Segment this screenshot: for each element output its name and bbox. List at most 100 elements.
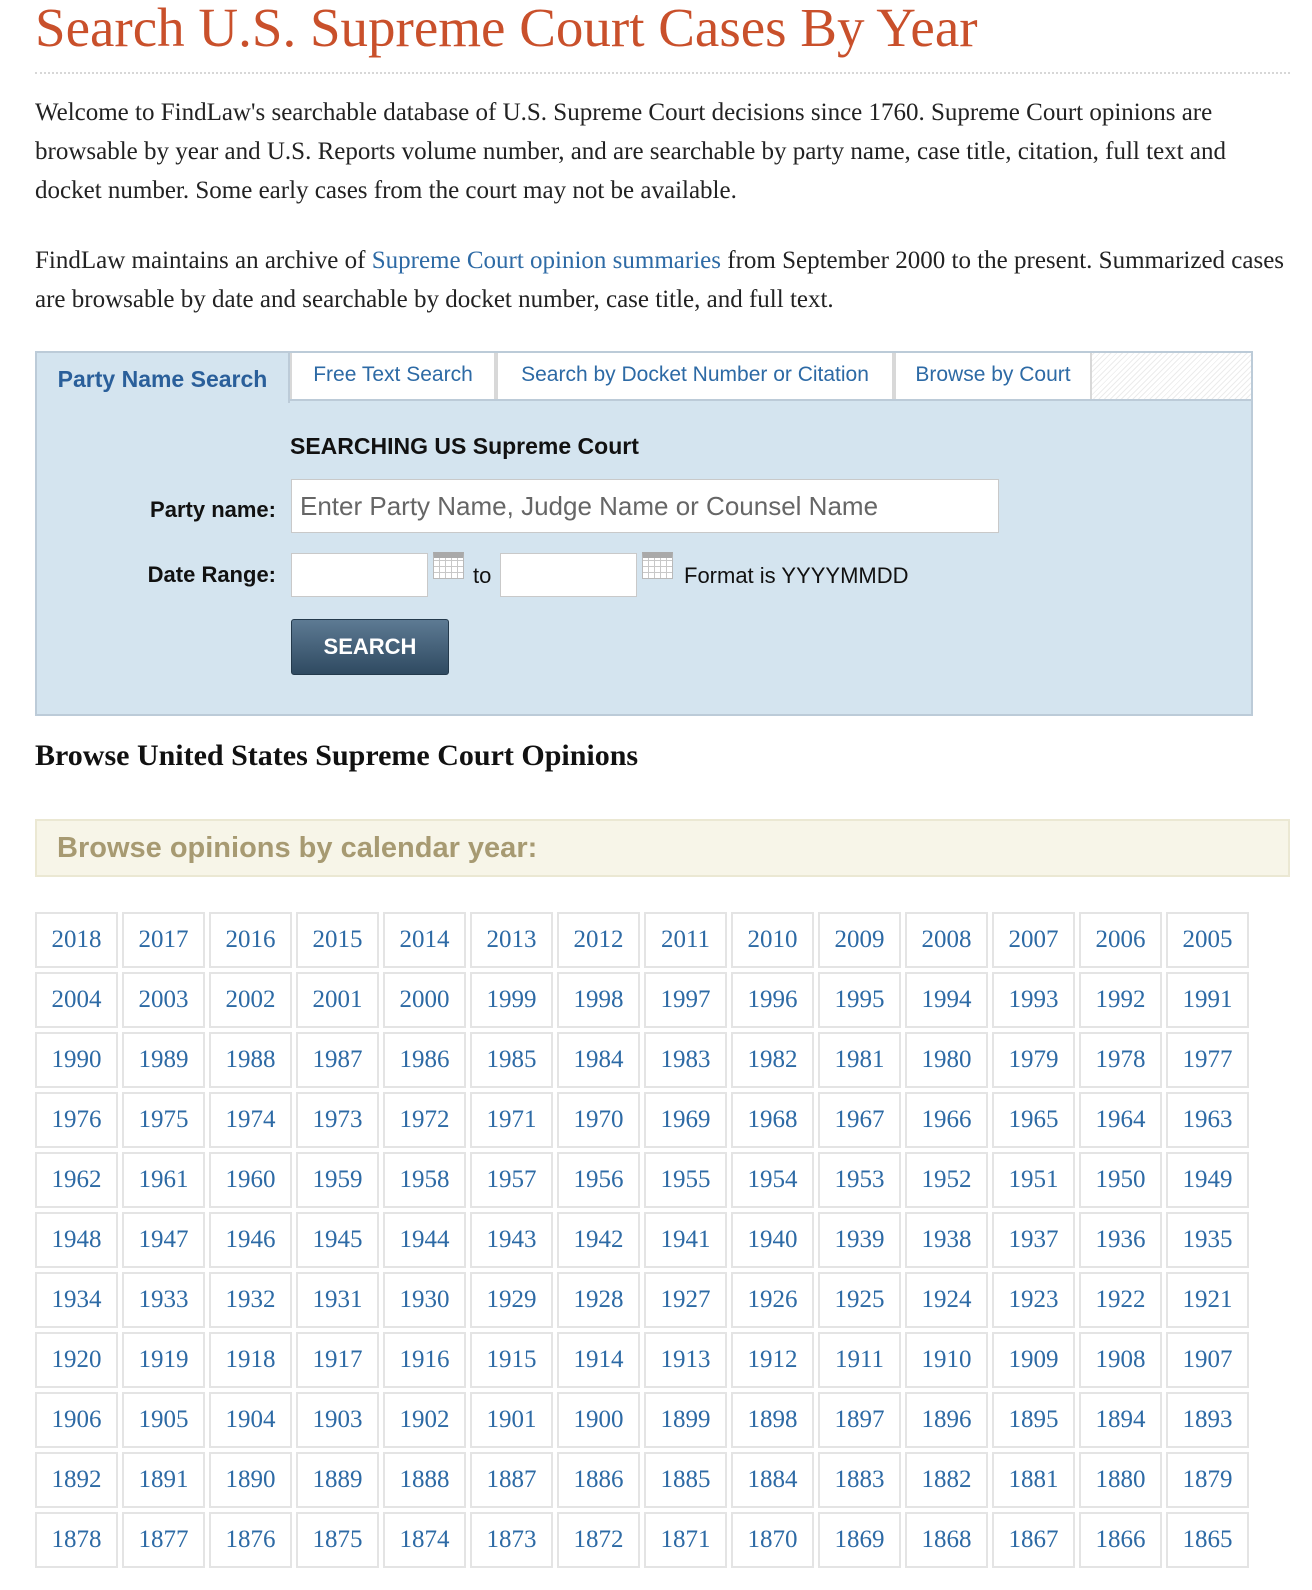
year-link[interactable]: 1874: [383, 1512, 466, 1568]
year-link[interactable]: 1943: [470, 1212, 553, 1268]
year-link[interactable]: 1975: [122, 1092, 205, 1148]
year-link[interactable]: 1935: [1166, 1212, 1249, 1268]
year-link[interactable]: 1962: [35, 1152, 118, 1208]
year-link[interactable]: 1973: [296, 1092, 379, 1148]
year-link[interactable]: 1897: [818, 1392, 901, 1448]
year-link[interactable]: 2005: [1166, 912, 1249, 968]
year-link[interactable]: 1886: [557, 1452, 640, 1508]
year-link[interactable]: 2002: [209, 972, 292, 1028]
date-to-input[interactable]: [500, 553, 637, 597]
year-link[interactable]: 1919: [122, 1332, 205, 1388]
year-link[interactable]: 2012: [557, 912, 640, 968]
year-link[interactable]: 1936: [1079, 1212, 1162, 1268]
year-link[interactable]: 1925: [818, 1272, 901, 1328]
search-button[interactable]: SEARCH: [291, 619, 449, 675]
year-link[interactable]: 1951: [992, 1152, 1075, 1208]
tab-party-name-search[interactable]: Party Name Search: [37, 353, 290, 403]
tab-docket-citation-search[interactable]: Search by Docket Number or Citation: [496, 353, 894, 399]
year-link[interactable]: 1873: [470, 1512, 553, 1568]
year-link[interactable]: 1926: [731, 1272, 814, 1328]
year-link[interactable]: 1990: [35, 1032, 118, 1088]
year-link[interactable]: 2000: [383, 972, 466, 1028]
year-link[interactable]: 1946: [209, 1212, 292, 1268]
year-link[interactable]: 1991: [1166, 972, 1249, 1028]
year-link[interactable]: 1913: [644, 1332, 727, 1388]
year-link[interactable]: 1922: [1079, 1272, 1162, 1328]
year-link[interactable]: 1879: [1166, 1452, 1249, 1508]
year-link[interactable]: 1950: [1079, 1152, 1162, 1208]
year-link[interactable]: 1959: [296, 1152, 379, 1208]
year-link[interactable]: 1963: [1166, 1092, 1249, 1148]
year-link[interactable]: 1889: [296, 1452, 379, 1508]
year-link[interactable]: 1961: [122, 1152, 205, 1208]
year-link[interactable]: 2010: [731, 912, 814, 968]
calendar-icon[interactable]: [433, 552, 464, 579]
calendar-icon[interactable]: [642, 552, 673, 579]
year-link[interactable]: 1900: [557, 1392, 640, 1448]
year-link[interactable]: 1931: [296, 1272, 379, 1328]
year-link[interactable]: 1940: [731, 1212, 814, 1268]
year-link[interactable]: 1957: [470, 1152, 553, 1208]
tab-free-text-search[interactable]: Free Text Search: [290, 353, 496, 399]
year-link[interactable]: 2009: [818, 912, 901, 968]
year-link[interactable]: 1865: [1166, 1512, 1249, 1568]
year-link[interactable]: 1983: [644, 1032, 727, 1088]
year-link[interactable]: 1968: [731, 1092, 814, 1148]
year-link[interactable]: 1893: [1166, 1392, 1249, 1448]
year-link[interactable]: 1960: [209, 1152, 292, 1208]
year-link[interactable]: 2015: [296, 912, 379, 968]
year-link[interactable]: 1904: [209, 1392, 292, 1448]
year-link[interactable]: 1910: [905, 1332, 988, 1388]
year-link[interactable]: 1871: [644, 1512, 727, 1568]
year-link[interactable]: 1969: [644, 1092, 727, 1148]
year-link[interactable]: 1982: [731, 1032, 814, 1088]
year-link[interactable]: 1930: [383, 1272, 466, 1328]
year-link[interactable]: 1924: [905, 1272, 988, 1328]
year-link[interactable]: 1870: [731, 1512, 814, 1568]
year-link[interactable]: 1906: [35, 1392, 118, 1448]
year-link[interactable]: 1878: [35, 1512, 118, 1568]
year-link[interactable]: 1980: [905, 1032, 988, 1088]
year-link[interactable]: 1896: [905, 1392, 988, 1448]
year-link[interactable]: 1939: [818, 1212, 901, 1268]
year-link[interactable]: 1929: [470, 1272, 553, 1328]
year-link[interactable]: 1918: [209, 1332, 292, 1388]
year-link[interactable]: 1883: [818, 1452, 901, 1508]
year-link[interactable]: 1955: [644, 1152, 727, 1208]
year-link[interactable]: 1984: [557, 1032, 640, 1088]
year-link[interactable]: 1882: [905, 1452, 988, 1508]
year-link[interactable]: 1876: [209, 1512, 292, 1568]
year-link[interactable]: 1923: [992, 1272, 1075, 1328]
year-link[interactable]: 1985: [470, 1032, 553, 1088]
year-link[interactable]: 1933: [122, 1272, 205, 1328]
year-link[interactable]: 1988: [209, 1032, 292, 1088]
year-link[interactable]: 1941: [644, 1212, 727, 1268]
year-link[interactable]: 1953: [818, 1152, 901, 1208]
year-link[interactable]: 1884: [731, 1452, 814, 1508]
year-link[interactable]: 1998: [557, 972, 640, 1028]
year-link[interactable]: 1997: [644, 972, 727, 1028]
year-link[interactable]: 1909: [992, 1332, 1075, 1388]
year-link[interactable]: 1937: [992, 1212, 1075, 1268]
year-link[interactable]: 2001: [296, 972, 379, 1028]
year-link[interactable]: 1898: [731, 1392, 814, 1448]
year-link[interactable]: 1872: [557, 1512, 640, 1568]
year-link[interactable]: 2008: [905, 912, 988, 968]
year-link[interactable]: 1905: [122, 1392, 205, 1448]
year-link[interactable]: 1965: [992, 1092, 1075, 1148]
year-link[interactable]: 1881: [992, 1452, 1075, 1508]
year-link[interactable]: 1967: [818, 1092, 901, 1148]
party-name-input[interactable]: [291, 479, 999, 533]
year-link[interactable]: 1877: [122, 1512, 205, 1568]
year-link[interactable]: 1912: [731, 1332, 814, 1388]
year-link[interactable]: 1974: [209, 1092, 292, 1148]
year-link[interactable]: 1914: [557, 1332, 640, 1388]
year-link[interactable]: 1934: [35, 1272, 118, 1328]
year-link[interactable]: 1987: [296, 1032, 379, 1088]
year-link[interactable]: 1945: [296, 1212, 379, 1268]
year-link[interactable]: 1994: [905, 972, 988, 1028]
year-link[interactable]: 1911: [818, 1332, 901, 1388]
year-link[interactable]: 1976: [35, 1092, 118, 1148]
year-link[interactable]: 1899: [644, 1392, 727, 1448]
year-link[interactable]: 1956: [557, 1152, 640, 1208]
